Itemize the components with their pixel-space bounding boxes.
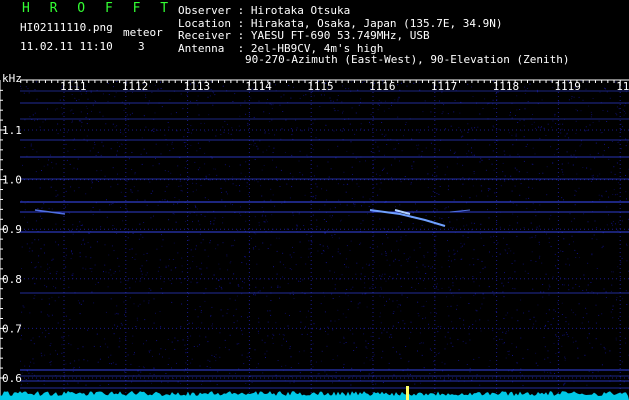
- y-tick-label: 0.7: [2, 322, 22, 335]
- filename-label: HI02111110.png: [20, 21, 113, 34]
- y-tick-label: 1.0: [2, 174, 22, 187]
- spectrum-trace: [0, 391, 629, 400]
- y-unit-label: kHz: [2, 72, 22, 85]
- y-tick-label: 0.8: [2, 273, 22, 286]
- info-label: Receiver :: [178, 29, 251, 42]
- antenna-line-2: 90-270-Azimuth (East-West), 90-Elevation…: [245, 53, 570, 66]
- info-label: Antenna :: [178, 41, 251, 55]
- meteor-count: 3: [138, 40, 145, 53]
- grid-layer: [20, 80, 629, 395]
- horizontal-signal-lines: [20, 79, 629, 389]
- y-tick-label: 1.1: [2, 124, 22, 137]
- datetime-label: 11.02.11 11:10: [20, 40, 113, 53]
- y-axis: 1.1 1.0 0.9 0.8 0.7 0.6: [0, 80, 22, 400]
- noise-layer: [20, 80, 629, 386]
- y-tick-label: 0.6: [2, 372, 22, 385]
- info-label: Location :: [178, 16, 251, 30]
- info-value: Hirakata, Osaka, Japan (135.7E, 34.9N): [250, 16, 503, 30]
- info-row-observer: Observer : Hirotaka Otsuka: [178, 5, 350, 17]
- info-label: Observer :: [178, 4, 251, 17]
- info-row-receiver: Receiver : YAESU FT-690 53.749MHz, USB: [178, 30, 430, 42]
- x-tick-label: 1120: [616, 80, 629, 93]
- y-tick-label: 0.9: [2, 223, 22, 236]
- meteor-label: meteor: [123, 26, 163, 39]
- spectrum-peak: [406, 386, 409, 400]
- info-row-location: Location : Hirakata, Osaka, Japan (135.7…: [178, 16, 503, 30]
- app-title: H R O F F T: [22, 1, 175, 16]
- info-value: Hirotaka Otsuka: [250, 4, 351, 17]
- info-value: YAESU FT-690 53.749MHz, USB: [250, 29, 430, 42]
